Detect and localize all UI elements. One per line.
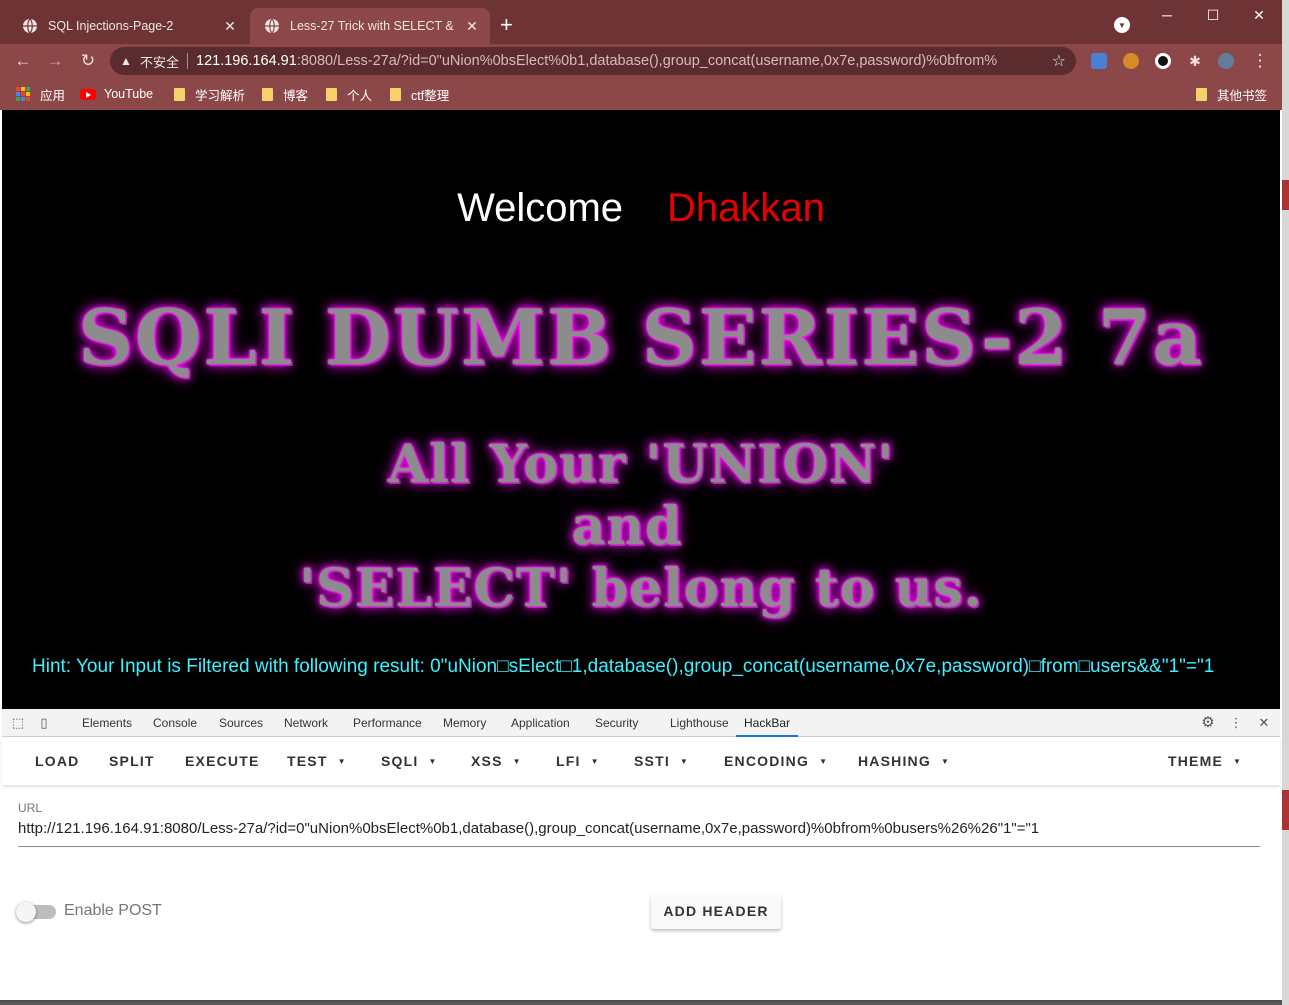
devtools-tab-elements[interactable]: Elements [82, 709, 132, 737]
bookmark-folder[interactable]: 个人 [326, 85, 372, 103]
execute-button[interactable]: EXECUTE [185, 753, 260, 769]
folder-icon [326, 87, 337, 101]
url-input[interactable]: http://121.196.164.91:8080/Less-27a/?id=… [18, 820, 1039, 837]
filter-hint: Hint: Your Input is Filtered with follow… [32, 656, 1215, 677]
devtools-tab-security[interactable]: Security [595, 709, 638, 737]
kebab-menu-icon[interactable]: ⋮ [1249, 50, 1271, 72]
minimize-button[interactable]: ─ [1144, 4, 1190, 26]
apps-grid-icon [16, 87, 30, 101]
globe-icon [23, 18, 37, 34]
reload-icon[interactable]: ↻ [77, 50, 99, 72]
folder-icon [390, 87, 401, 101]
insecure-label: 不安全 [140, 54, 180, 70]
caret-down-icon: ▼ [337, 757, 347, 766]
youtube-icon [80, 88, 96, 100]
enable-post-label: Enable POST [64, 902, 162, 919]
back-arrow-icon[interactable]: ← [12, 50, 34, 72]
globe-icon [265, 18, 279, 34]
caret-down-icon: ▼ [428, 757, 438, 766]
folder-icon [1196, 87, 1207, 101]
tab-close-icon[interactable]: ✕ [222, 18, 238, 35]
puzzle-icon[interactable]: ✱ [1184, 50, 1206, 72]
bookmark-youtube[interactable]: YouTube [80, 85, 153, 103]
theme-menu[interactable]: THEME ▼ [1168, 753, 1242, 769]
hackbar-panel: LOAD SPLIT EXECUTE TEST ▼ SQLI ▼ XSS ▼ LFI ▼… [2, 737, 1280, 1000]
caret-down-icon: ▼ [512, 757, 522, 766]
tab-strip: SQL Injections-Page-2 ✕ Less-27 Trick wi… [0, 0, 1282, 44]
devtools-tab-sources[interactable]: Sources [219, 709, 263, 737]
close-window-button[interactable]: ✕ [1236, 4, 1282, 26]
split-button[interactable]: SPLIT [109, 753, 155, 769]
tab-title: SQL Injections-Page-2 [48, 19, 174, 33]
ssti-menu[interactable]: SSTI ▼ [634, 753, 689, 769]
bookmark-other[interactable]: 其他书签 [1196, 85, 1267, 103]
tab-close-icon[interactable]: ✕ [464, 18, 480, 35]
hashing-menu[interactable]: HASHING ▼ [858, 753, 950, 769]
devtools-tab-console[interactable]: Console [153, 709, 197, 737]
kebab-menu-icon[interactable]: ⋮ [1228, 715, 1244, 731]
xss-menu[interactable]: XSS ▼ [471, 753, 522, 769]
maximize-button[interactable]: ☐ [1190, 4, 1236, 26]
lfi-menu[interactable]: LFI ▼ [556, 753, 600, 769]
background-window-edge [1282, 0, 1289, 1005]
devtools-tab-application[interactable]: Application [511, 709, 570, 737]
welcome-name: Dhakkan [667, 186, 825, 230]
devtools-tab-hackbar[interactable]: HackBar [736, 709, 799, 737]
bookmarks-bar: 应用 YouTube 学习解析 博客 个人 ctf整理 其他书签 [0, 78, 1282, 110]
chevron-down-icon[interactable]: ▼ [1114, 17, 1130, 33]
tagline-line-3: 'SELECT' belong to us. [299, 558, 983, 619]
url-host: 121.196.164.91 [196, 53, 297, 69]
devtools-tabbar: ⬚ ▯ Elements Console Sources Network Per… [2, 709, 1280, 737]
caret-down-icon: ▼ [940, 757, 951, 766]
load-button[interactable]: LOAD [35, 753, 79, 769]
devtools-tab-lighthouse[interactable]: Lighthouse [670, 709, 729, 737]
tagline-line-2: and [571, 496, 683, 557]
tagline-line-1: All Your 'UNION' [387, 434, 895, 495]
series-title-banner: SQLI DUMB SERIES-2 7a [78, 293, 1204, 382]
enable-post-toggle[interactable] [16, 902, 56, 922]
sqli-menu[interactable]: SQLI ▼ [381, 753, 438, 769]
folder-icon [174, 87, 185, 101]
test-menu[interactable]: TEST ▼ [287, 753, 347, 769]
bookmark-folder[interactable]: ctf整理 [390, 85, 449, 103]
star-icon[interactable]: ☆ [1052, 51, 1066, 71]
devtools-tab-memory[interactable]: Memory [443, 709, 486, 737]
devtools-tab-network[interactable]: Network [284, 709, 328, 737]
close-icon[interactable]: ✕ [1256, 715, 1272, 731]
tab-less-27[interactable]: Less-27 Trick with SELECT & U ✕ [250, 8, 490, 44]
page-content: Welcome Dhakkan SQLI DUMB SERIES-2 7a All… [2, 110, 1280, 709]
caret-down-icon: ▼ [590, 757, 600, 766]
caret-down-icon: ▼ [819, 757, 829, 766]
new-tab-button[interactable]: + [500, 13, 513, 37]
url-path: :8080/Less-27a/?id=0"uNion%0bsElect%0b1,… [296, 53, 997, 69]
tab-title: Less-27 Trick with SELECT & U [290, 19, 458, 33]
url-field[interactable]: URL http://121.196.164.91:8080/Less-27a/… [18, 801, 1260, 847]
encoding-menu[interactable]: ENCODING ▼ [724, 753, 828, 769]
caret-down-icon: ▼ [1233, 757, 1243, 766]
device-toolbar-icon[interactable]: ▯ [36, 715, 52, 731]
translate-icon[interactable] [1091, 53, 1107, 69]
browser-toolbar: ← → ↻ ▲ 不安全 121.196.164.91 :8080/Less-27… [0, 44, 1282, 78]
bookmark-folder[interactable]: 学习解析 [174, 85, 245, 103]
bookmark-folder[interactable]: 博客 [262, 85, 308, 103]
owl-extension-icon[interactable] [1123, 53, 1139, 69]
caret-down-icon: ▼ [679, 757, 690, 766]
browser-window: SQL Injections-Page-2 ✕ Less-27 Trick wi… [0, 0, 1282, 1000]
add-header-button[interactable]: ADD HEADER [651, 894, 781, 929]
gear-icon[interactable]: ⚙ [1200, 715, 1216, 731]
folder-icon [262, 87, 273, 101]
forward-arrow-icon[interactable]: → [44, 50, 66, 72]
tab-sql-injections[interactable]: SQL Injections-Page-2 ✕ [8, 8, 248, 44]
hackbar-menu: LOAD SPLIT EXECUTE TEST ▼ SQLI ▼ XSS ▼ LFI ▼… [2, 737, 1280, 785]
avatar[interactable] [1218, 53, 1234, 69]
warning-icon: ▲ [120, 54, 132, 68]
devtools-tab-performance[interactable]: Performance [353, 709, 422, 737]
welcome-heading: Welcome Dhakkan [457, 186, 825, 230]
url-label: URL [18, 801, 43, 815]
address-bar[interactable]: ▲ 不安全 121.196.164.91 :8080/Less-27a/?id=… [110, 47, 1076, 75]
inspect-icon[interactable]: ⬚ [10, 715, 26, 731]
circle-extension-icon[interactable] [1155, 53, 1171, 69]
bookmark-apps[interactable]: 应用 [16, 85, 65, 103]
